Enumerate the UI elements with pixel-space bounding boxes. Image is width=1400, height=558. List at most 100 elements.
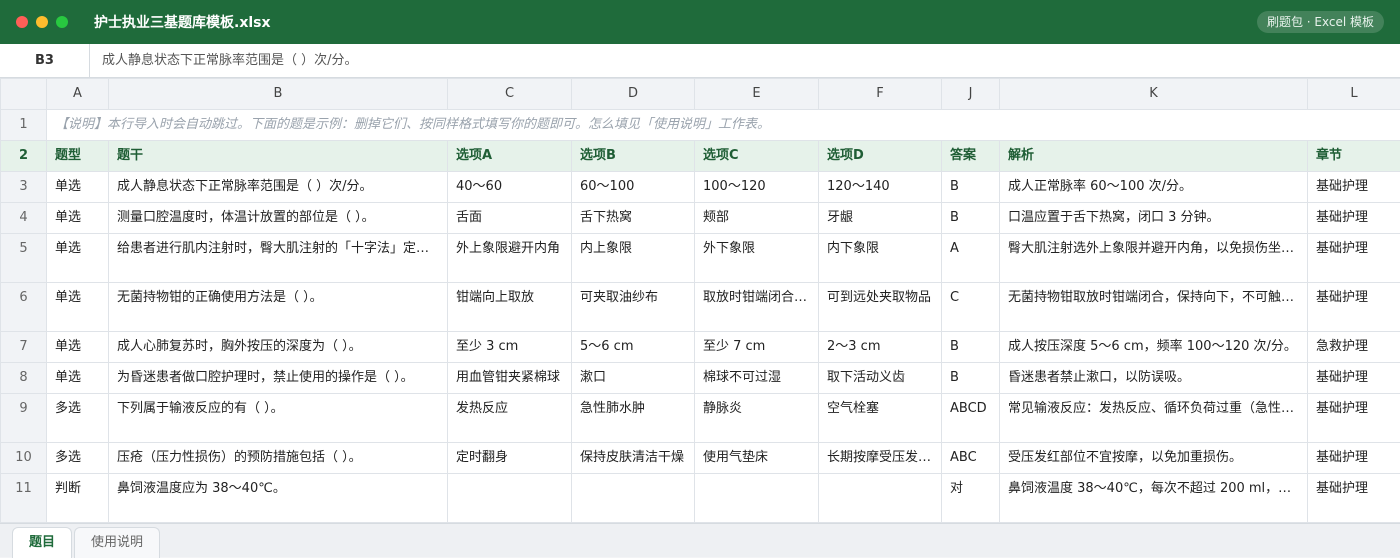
cell-option-b[interactable] xyxy=(572,474,695,523)
cell-answer[interactable]: C xyxy=(942,283,1000,332)
cell-explanation[interactable]: 臀大肌注射选外上象限并避开内角，以免损伤坐骨神经。 xyxy=(1000,234,1308,283)
row-number[interactable]: 4 xyxy=(1,203,47,234)
cell-option-c[interactable]: 至少 7 cm xyxy=(695,332,819,363)
header-cell-option-b[interactable]: 选项B xyxy=(572,141,695,172)
cell-reference-box[interactable]: B3 xyxy=(0,44,90,77)
cell-option-d[interactable]: 空气栓塞 xyxy=(819,394,942,443)
row-number[interactable]: 9 xyxy=(1,394,47,443)
cell-type[interactable]: 单选 xyxy=(47,234,109,283)
row-number[interactable]: 11 xyxy=(1,474,47,523)
cell-option-c[interactable]: 外下象限 xyxy=(695,234,819,283)
cell-type[interactable]: 单选 xyxy=(47,363,109,394)
cell-question[interactable]: 测量口腔温度时，体温计放置的部位是（ ）。 xyxy=(109,203,448,234)
column-header[interactable]: C xyxy=(448,79,572,110)
cell-chapter[interactable]: 急救护理 xyxy=(1308,332,1400,363)
cell-option-c[interactable] xyxy=(695,474,819,523)
cell-option-c[interactable]: 棉球不可过湿 xyxy=(695,363,819,394)
cell-option-d[interactable]: 长期按摩受压发… xyxy=(819,443,942,474)
cell-answer[interactable]: B xyxy=(942,363,1000,394)
cell-answer[interactable]: B xyxy=(942,172,1000,203)
cell-answer[interactable]: ABC xyxy=(942,443,1000,474)
header-cell-question[interactable]: 题干 xyxy=(109,141,448,172)
cell-chapter[interactable]: 基础护理 xyxy=(1308,474,1400,523)
cell-type[interactable]: 多选 xyxy=(47,394,109,443)
column-header[interactable]: K xyxy=(1000,79,1308,110)
cell-option-c[interactable]: 100～120 xyxy=(695,172,819,203)
column-header[interactable]: F xyxy=(819,79,942,110)
cell-type[interactable]: 单选 xyxy=(47,172,109,203)
cell-option-d[interactable]: 可到远处夹取物品 xyxy=(819,283,942,332)
cell-option-a[interactable]: 钳端向上取放 xyxy=(448,283,572,332)
header-cell-answer[interactable]: 答案 xyxy=(942,141,1000,172)
cell-answer[interactable]: ABCD xyxy=(942,394,1000,443)
row-number[interactable]: 3 xyxy=(1,172,47,203)
cell-option-b[interactable]: 舌下热窝 xyxy=(572,203,695,234)
row-number[interactable]: 8 xyxy=(1,363,47,394)
cell-option-d[interactable]: 牙龈 xyxy=(819,203,942,234)
row-number[interactable]: 7 xyxy=(1,332,47,363)
cell-option-b[interactable]: 60～100 xyxy=(572,172,695,203)
row-number[interactable]: 2 xyxy=(1,141,47,172)
formula-input[interactable]: 成人静息状态下正常脉率范围是（ ）次/分。 xyxy=(90,44,358,77)
maximize-window-button[interactable] xyxy=(56,16,68,28)
cell-chapter[interactable]: 基础护理 xyxy=(1308,203,1400,234)
cell-explanation[interactable]: 成人按压深度 5～6 cm，频率 100～120 次/分。 xyxy=(1000,332,1308,363)
cell-option-d[interactable]: 取下活动义齿 xyxy=(819,363,942,394)
cell-explanation[interactable]: 鼻饲液温度 38～40℃，每次不超过 200 ml，间隔不少于 2 小时。 xyxy=(1000,474,1308,523)
cell-question[interactable]: 下列属于输液反应的有（ ）。 xyxy=(109,394,448,443)
cell-option-a[interactable]: 舌面 xyxy=(448,203,572,234)
header-cell-option-d[interactable]: 选项D xyxy=(819,141,942,172)
cell-type[interactable]: 单选 xyxy=(47,283,109,332)
cell-chapter[interactable]: 基础护理 xyxy=(1308,443,1400,474)
cell-type[interactable]: 多选 xyxy=(47,443,109,474)
column-header[interactable]: L xyxy=(1308,79,1400,110)
cell-question[interactable]: 压疮（压力性损伤）的预防措施包括（ ）。 xyxy=(109,443,448,474)
cell-option-a[interactable]: 发热反应 xyxy=(448,394,572,443)
column-header[interactable]: E xyxy=(695,79,819,110)
cell-option-b[interactable]: 可夹取油纱布 xyxy=(572,283,695,332)
header-cell-option-c[interactable]: 选项C xyxy=(695,141,819,172)
header-cell-chapter[interactable]: 章节 xyxy=(1308,141,1400,172)
cell-option-a[interactable] xyxy=(448,474,572,523)
cell-explanation[interactable]: 常见输液反应：发热反应、循环负荷过重（急性肺水肿）、静脉炎、空气栓塞。 xyxy=(1000,394,1308,443)
cell-answer[interactable]: B xyxy=(942,332,1000,363)
cell-question[interactable]: 给患者进行肌内注射时，臀大肌注射的「十字法」定位是（ ）。 xyxy=(109,234,448,283)
cell-option-c[interactable]: 使用气垫床 xyxy=(695,443,819,474)
header-cell-explanation[interactable]: 解析 xyxy=(1000,141,1308,172)
sheet-tab-questions[interactable]: 题目 xyxy=(12,527,72,558)
cell-question[interactable]: 鼻饲液温度应为 38～40℃。 xyxy=(109,474,448,523)
column-header[interactable]: B xyxy=(109,79,448,110)
cell-type[interactable]: 判断 xyxy=(47,474,109,523)
cell-option-b[interactable]: 内上象限 xyxy=(572,234,695,283)
close-window-button[interactable] xyxy=(16,16,28,28)
header-cell-option-a[interactable]: 选项A xyxy=(448,141,572,172)
row-number[interactable]: 5 xyxy=(1,234,47,283)
minimize-window-button[interactable] xyxy=(36,16,48,28)
cell-option-a[interactable]: 定时翻身 xyxy=(448,443,572,474)
cell-chapter[interactable]: 基础护理 xyxy=(1308,172,1400,203)
cell-option-b[interactable]: 5～6 cm xyxy=(572,332,695,363)
row-number[interactable]: 10 xyxy=(1,443,47,474)
row-number[interactable]: 6 xyxy=(1,283,47,332)
cell-answer[interactable]: 对 xyxy=(942,474,1000,523)
select-all-corner[interactable] xyxy=(1,79,47,110)
cell-question[interactable]: 成人心肺复苏时，胸外按压的深度为（ ）。 xyxy=(109,332,448,363)
cell-option-a[interactable]: 用血管钳夹紧棉球 xyxy=(448,363,572,394)
cell-option-a[interactable]: 至少 3 cm xyxy=(448,332,572,363)
cell-option-a[interactable]: 40～60 xyxy=(448,172,572,203)
cell-question[interactable]: 为昏迷患者做口腔护理时，禁止使用的操作是（ ）。 xyxy=(109,363,448,394)
cell-answer[interactable]: A xyxy=(942,234,1000,283)
cell-option-a[interactable]: 外上象限避开内角 xyxy=(448,234,572,283)
cell-option-c[interactable]: 颊部 xyxy=(695,203,819,234)
cell-chapter[interactable]: 基础护理 xyxy=(1308,283,1400,332)
cell-answer[interactable]: B xyxy=(942,203,1000,234)
sheet-tab-instructions[interactable]: 使用说明 xyxy=(74,527,160,558)
cell-question[interactable]: 无菌持物钳的正确使用方法是（ ）。 xyxy=(109,283,448,332)
cell-option-b[interactable]: 保持皮肤清洁干燥 xyxy=(572,443,695,474)
cell-option-d[interactable]: 内下象限 xyxy=(819,234,942,283)
cell-explanation[interactable]: 成人正常脉率 60～100 次/分。 xyxy=(1000,172,1308,203)
cell-type[interactable]: 单选 xyxy=(47,332,109,363)
header-cell-type[interactable]: 题型 xyxy=(47,141,109,172)
column-header[interactable]: D xyxy=(572,79,695,110)
cell-explanation[interactable]: 无菌持物钳取放时钳端闭合，保持向下，不可触及容器口边缘。 xyxy=(1000,283,1308,332)
